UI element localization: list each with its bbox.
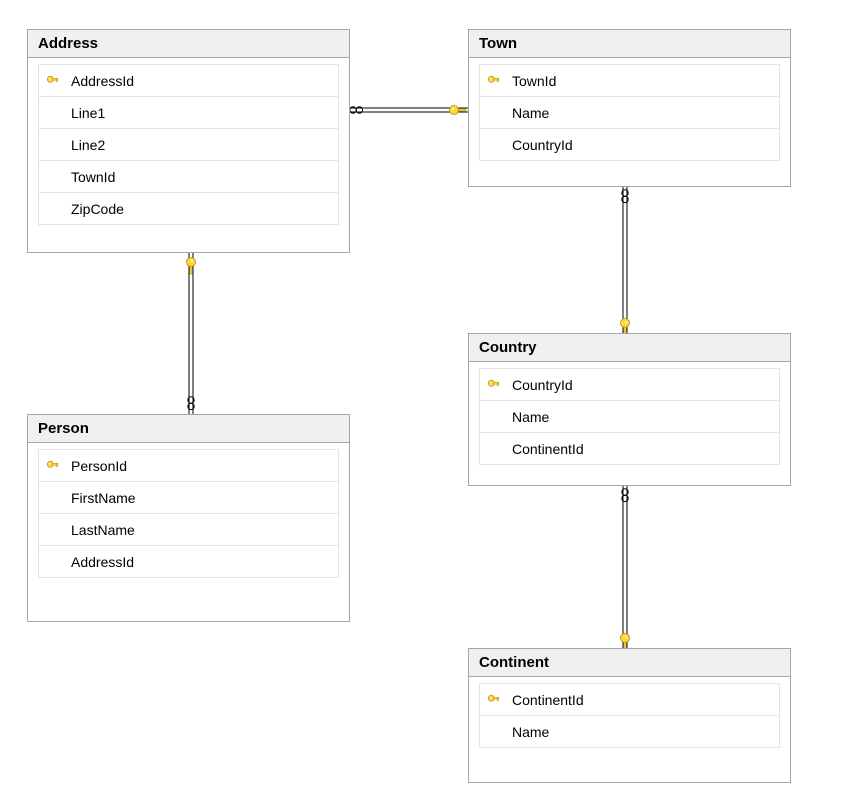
table-header: Person xyxy=(28,415,349,443)
column-row[interactable]: Name xyxy=(479,96,780,129)
column-name: ContinentId xyxy=(508,692,779,708)
table-person[interactable]: Person PersonId FirstName LastName Addre… xyxy=(27,414,350,622)
column-row[interactable]: TownId xyxy=(38,160,339,193)
column-name: PersonId xyxy=(67,458,338,474)
column-row[interactable]: Name xyxy=(479,400,780,433)
column-row[interactable]: AddressId xyxy=(38,545,339,578)
column-row[interactable]: LastName xyxy=(38,513,339,546)
table-header: Country xyxy=(469,334,790,362)
column-name: ContinentId xyxy=(508,441,779,457)
table-header: Continent xyxy=(469,649,790,677)
table-header: Address xyxy=(28,30,349,58)
column-name: CountryId xyxy=(508,377,779,393)
rel-country-continent xyxy=(621,486,630,650)
table-header: Town xyxy=(469,30,790,58)
rel-address-town xyxy=(350,106,468,115)
column-name: Name xyxy=(508,105,779,121)
column-name: TownId xyxy=(508,73,779,89)
table-continent[interactable]: Continent ContinentId Name xyxy=(468,648,791,783)
primary-key-icon xyxy=(487,693,501,707)
rel-town-country xyxy=(621,187,630,335)
primary-key-icon xyxy=(487,74,501,88)
column-name: LastName xyxy=(67,522,338,538)
column-name: ZipCode xyxy=(67,201,338,217)
column-name: Line1 xyxy=(67,105,338,121)
column-row[interactable]: Line2 xyxy=(38,128,339,161)
column-row[interactable]: TownId xyxy=(479,64,780,97)
column-name: FirstName xyxy=(67,490,338,506)
column-name: AddressId xyxy=(67,73,338,89)
column-name: Name xyxy=(508,409,779,425)
column-row[interactable]: PersonId xyxy=(38,449,339,482)
column-row[interactable]: ZipCode xyxy=(38,192,339,225)
column-name: CountryId xyxy=(508,137,779,153)
primary-key-icon xyxy=(487,378,501,392)
column-row[interactable]: CountryId xyxy=(479,128,780,161)
column-row[interactable]: Name xyxy=(479,715,780,748)
table-country[interactable]: Country CountryId Name ContinentId xyxy=(468,333,791,486)
column-row[interactable]: AddressId xyxy=(38,64,339,97)
column-row[interactable]: ContinentId xyxy=(479,432,780,465)
column-name: Name xyxy=(508,724,779,740)
column-row[interactable]: CountryId xyxy=(479,368,780,401)
primary-key-icon xyxy=(46,74,60,88)
column-row[interactable]: Line1 xyxy=(38,96,339,129)
table-town[interactable]: Town TownId Name CountryId xyxy=(468,29,791,187)
column-name: AddressId xyxy=(67,554,338,570)
column-row[interactable]: ContinentId xyxy=(479,683,780,716)
rel-address-person xyxy=(187,253,196,414)
column-row[interactable]: FirstName xyxy=(38,481,339,514)
column-name: Line2 xyxy=(67,137,338,153)
column-name: TownId xyxy=(67,169,338,185)
primary-key-icon xyxy=(46,459,60,473)
table-address[interactable]: Address AddressId Line1 Line2 TownId Zip… xyxy=(27,29,350,253)
